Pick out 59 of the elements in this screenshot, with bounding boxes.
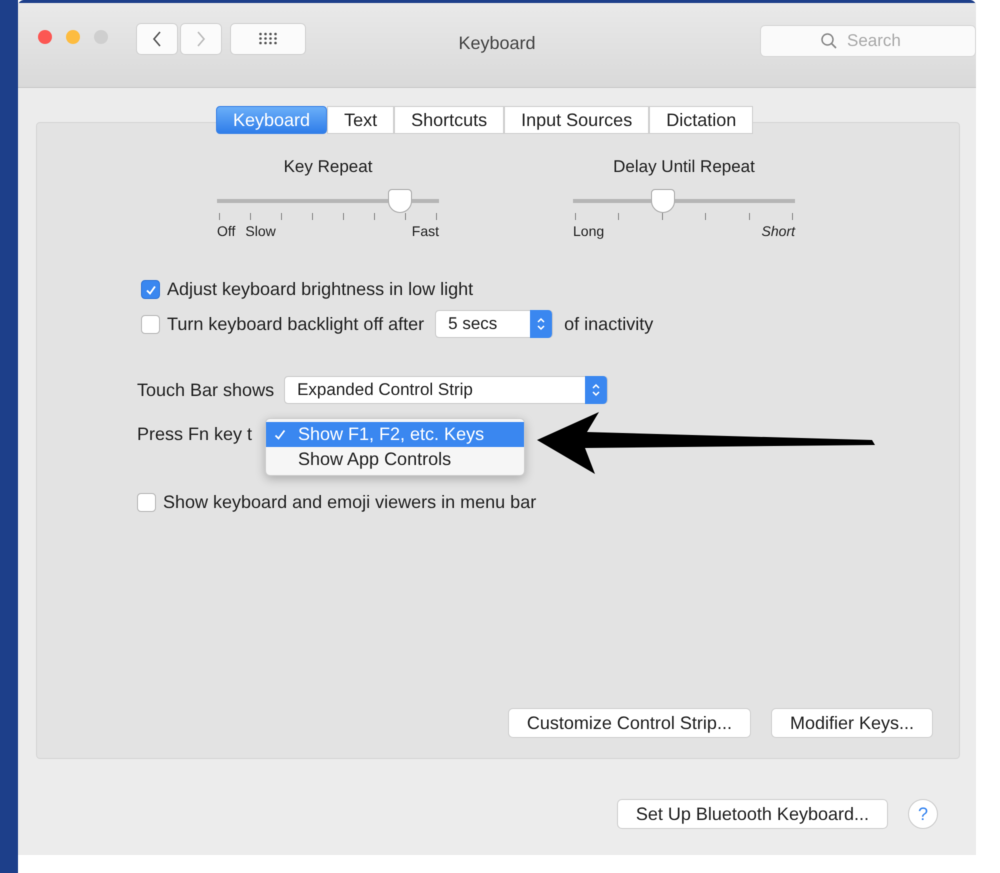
tab[interactable]: Input Sources: [504, 106, 650, 134]
tick-mark: [792, 213, 793, 220]
menu-item[interactable]: Show App Controls: [266, 447, 524, 472]
checkbox[interactable]: [141, 280, 160, 299]
slider-thumb[interactable]: [388, 189, 412, 213]
tick-mark: [405, 213, 406, 220]
slider-label: Long: [573, 223, 604, 239]
tick-mark: [250, 213, 251, 220]
checkbox-label: Turn keyboard backlight off after: [167, 314, 424, 334]
checkbox[interactable]: [137, 493, 156, 512]
tick-mark: [618, 213, 620, 220]
touch-bar-label: Touch Bar shows: [137, 380, 274, 400]
search-icon: [820, 32, 838, 50]
slider-label: Fast: [412, 223, 439, 239]
chevron-right-icon: [196, 31, 206, 47]
checkmark-icon: [274, 428, 286, 440]
forward-button[interactable]: [180, 23, 222, 55]
touch-bar-popup[interactable]: Expanded Control Strip: [284, 376, 608, 404]
checkbox[interactable]: [141, 314, 160, 334]
checkmark-icon: [144, 284, 156, 296]
menu-item[interactable]: Show F1, F2, etc. Keys: [266, 422, 524, 447]
tick-mark: [312, 213, 313, 220]
checkbox-label: Show keyboard and emoji viewers in menu bar: [163, 492, 536, 513]
tick-mark: [343, 213, 344, 220]
search-field[interactable]: Search: [760, 25, 976, 57]
tick-mark: [662, 213, 663, 220]
stepper-icon: [585, 376, 608, 404]
slider-thumb[interactable]: [650, 189, 675, 213]
show-all-button[interactable]: [230, 23, 306, 55]
tick-mark: [705, 213, 706, 220]
fn-key-label: Press Fn key t: [137, 424, 252, 445]
checkbox-label: Adjust keyboard brightness in low light: [167, 279, 474, 300]
tick-mark: [575, 213, 576, 220]
duration-popup[interactable]: 5 secs: [435, 310, 554, 338]
tab[interactable]: Text: [327, 106, 394, 134]
bluetooth-setup-button[interactable]: Set Up Bluetooth Keyboard...: [616, 799, 888, 829]
tab[interactable]: Dictation: [649, 106, 754, 134]
panel-button[interactable]: Modifier Keys...: [770, 708, 933, 738]
tick-mark: [748, 213, 750, 220]
slider-title: Key Repeat: [282, 157, 374, 177]
tick-mark: [281, 213, 282, 220]
tick-mark: [374, 213, 375, 220]
tick-mark: [436, 213, 437, 220]
chevron-left-icon: [152, 31, 162, 47]
grid-icon: [258, 32, 278, 46]
slider-label: Off: [217, 223, 236, 239]
help-button[interactable]: ?: [908, 799, 938, 829]
minimize-button[interactable]: [66, 30, 80, 44]
slider-title: Delay Until Repeat: [612, 157, 756, 177]
tab[interactable]: Shortcuts: [394, 106, 504, 134]
close-button[interactable]: [38, 30, 52, 44]
back-button[interactable]: [136, 23, 178, 55]
tick-mark: [219, 213, 220, 220]
panel-button[interactable]: Customize Control Strip...: [508, 708, 751, 738]
slider-label: Short: [762, 223, 795, 239]
option-suffix: of inactivity: [564, 314, 654, 334]
window-title: Keyboard: [457, 33, 537, 54]
slider-label: Slow: [245, 223, 276, 239]
stepper-icon: [530, 310, 552, 338]
